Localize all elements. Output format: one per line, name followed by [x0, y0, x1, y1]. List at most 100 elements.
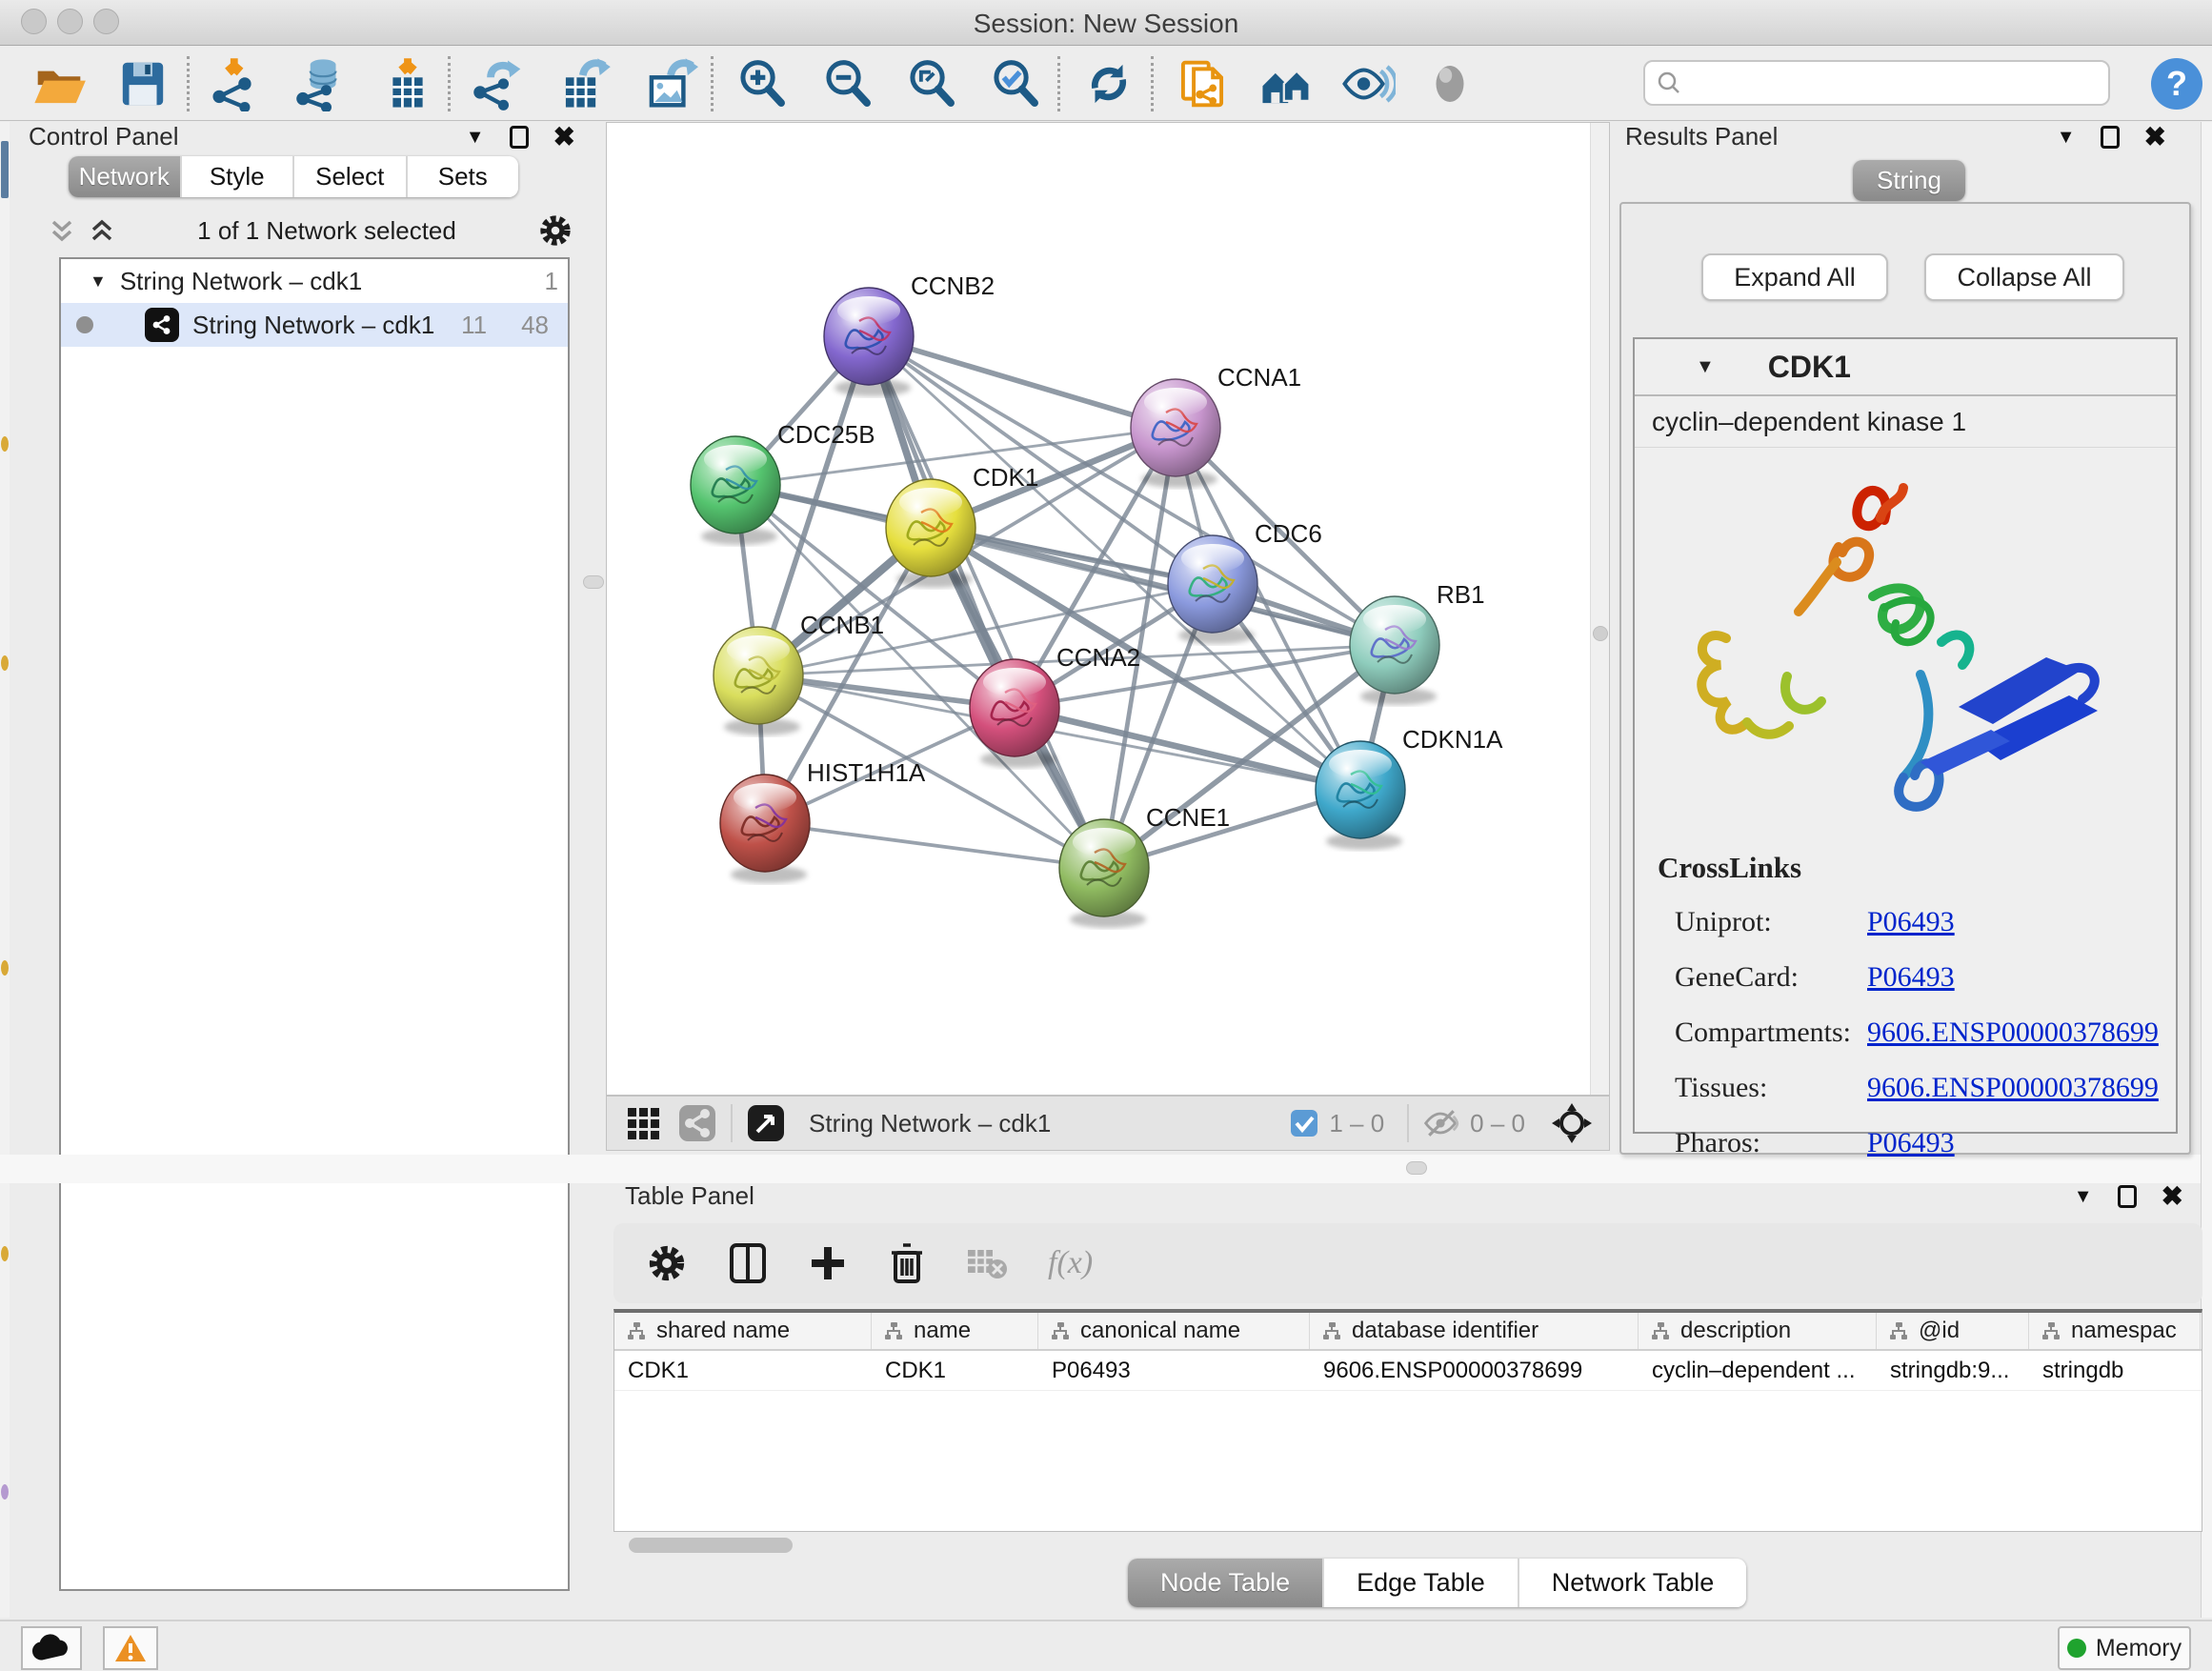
crosslink-link[interactable]: P06493 — [1867, 1127, 1955, 1159]
delete-column-icon[interactable] — [888, 1241, 926, 1285]
network-scrollbar-thumb[interactable] — [1593, 626, 1608, 641]
network-node-CCNA1[interactable] — [1131, 379, 1220, 488]
column-header-description[interactable]: description — [1639, 1313, 1877, 1349]
network-node-CCNE1[interactable] — [1059, 819, 1149, 928]
close-panel-icon[interactable]: ✖ — [553, 124, 575, 151]
zoom-out-button[interactable] — [817, 54, 878, 113]
tab-sets[interactable]: Sets — [408, 156, 519, 197]
network-scrollbar[interactable] — [1590, 123, 1609, 1095]
network-node-HIST1H1A[interactable] — [720, 775, 810, 883]
close-panel-icon[interactable]: ✖ — [2144, 124, 2166, 151]
maximize-panel-icon[interactable] — [2118, 1185, 2137, 1208]
share-view-icon[interactable] — [677, 1103, 717, 1143]
add-column-icon[interactable] — [808, 1243, 848, 1283]
crosslink-link[interactable]: P06493 — [1867, 961, 1955, 994]
collapse-all-icon[interactable] — [48, 216, 76, 245]
table-cell[interactable]: 9606.ENSP00000378699 — [1310, 1351, 1639, 1390]
birds-eye-button[interactable] — [1419, 54, 1480, 113]
collapse-card-icon[interactable]: ▼ — [1696, 356, 1715, 378]
show-columns-icon[interactable] — [728, 1241, 768, 1285]
horizontal-splitter-handle[interactable] — [1406, 1161, 1427, 1175]
memory-button[interactable]: Memory — [2058, 1626, 2191, 1670]
table-cell[interactable]: P06493 — [1038, 1351, 1310, 1390]
table-cell[interactable]: CDK1 — [614, 1351, 872, 1390]
open-session-button[interactable] — [29, 54, 90, 113]
network-row-selected[interactable]: String Network – cdk1 11 48 — [61, 303, 568, 347]
expand-all-button[interactable]: Expand All — [1701, 253, 1888, 301]
tab-style[interactable]: Style — [182, 156, 295, 197]
expand-all-icon[interactable] — [88, 216, 116, 245]
table-row[interactable]: CDK1CDK1P064939606.ENSP00000378699cyclin… — [614, 1351, 2202, 1391]
warnings-button[interactable] — [103, 1626, 158, 1670]
crosslink-link[interactable]: P06493 — [1867, 906, 1955, 938]
maximize-panel-icon[interactable] — [510, 126, 529, 149]
network-edge[interactable] — [869, 336, 1176, 428]
table-cell[interactable]: cyclin–dependent ... — [1639, 1351, 1877, 1390]
tab-select[interactable]: Select — [294, 156, 408, 197]
float-panel-icon[interactable]: ▼ — [466, 127, 485, 149]
grid-view-icon[interactable] — [624, 1104, 662, 1142]
import-network-button[interactable] — [206, 54, 267, 113]
delete-table-icon[interactable] — [966, 1246, 1008, 1280]
network-edge[interactable] — [765, 823, 1104, 868]
network-node-CCNB1[interactable] — [714, 627, 803, 735]
tab-network[interactable]: Network — [69, 156, 182, 197]
network-node-CDC25B[interactable] — [691, 436, 780, 545]
maximize-panel-icon[interactable] — [2101, 126, 2120, 149]
protein-card-header[interactable]: ▼ CDK1 — [1635, 339, 2176, 396]
network-node-CDKN1A[interactable] — [1316, 741, 1405, 850]
crosslink-link[interactable]: 9606.ENSP00000378699 — [1867, 1017, 2159, 1049]
column-header-database-identifier[interactable]: database identifier — [1310, 1313, 1639, 1349]
export-network-button[interactable] — [469, 54, 530, 113]
search-input[interactable] — [1689, 70, 2108, 96]
selected-checkbox-icon[interactable] — [1289, 1108, 1319, 1138]
table-cell[interactable]: stringdb:9... — [1877, 1351, 2029, 1390]
export-image-button[interactable] — [640, 54, 701, 113]
column-header-namespac[interactable]: namespac — [2029, 1313, 2201, 1349]
zoom-fit-button[interactable] — [901, 54, 962, 113]
column-header-canonical-name[interactable]: canonical name — [1038, 1313, 1310, 1349]
graphics-details-button[interactable] — [1337, 54, 1398, 113]
table-horizontal-scrollbar[interactable] — [613, 1536, 2202, 1555]
column-header-shared-name[interactable]: shared name — [614, 1313, 872, 1349]
vertical-splitter-handle[interactable] — [583, 575, 604, 589]
import-database-button[interactable] — [292, 54, 352, 113]
zoom-selected-button[interactable] — [985, 54, 1046, 113]
collection-expand-icon[interactable]: ▼ — [90, 272, 107, 292]
network-collection-row[interactable]: ▼ String Network – cdk1 1 — [61, 259, 568, 303]
refresh-button[interactable] — [1078, 54, 1139, 113]
home-button[interactable] — [1256, 54, 1317, 113]
save-session-button[interactable] — [112, 54, 173, 113]
clone-network-button[interactable] — [1172, 54, 1233, 113]
float-panel-icon[interactable]: ▼ — [2074, 1186, 2093, 1208]
search-field[interactable] — [1643, 60, 2110, 106]
close-panel-icon[interactable]: ✖ — [2162, 1183, 2183, 1210]
collapse-all-button[interactable]: Collapse All — [1924, 253, 2124, 301]
gear-icon[interactable] — [537, 212, 573, 249]
tab-network-table[interactable]: Network Table — [1519, 1559, 1747, 1607]
help-button[interactable]: ? — [2151, 58, 2202, 110]
table-cell[interactable]: CDK1 — [872, 1351, 1038, 1390]
network-canvas[interactable]: CCNB2CCNA1CDC25BCDK1CDC6RB1CCNB1CCNA2CDK… — [606, 122, 1610, 1096]
crosshair-icon[interactable] — [1550, 1101, 1594, 1145]
table-gear-icon[interactable] — [646, 1242, 688, 1284]
tab-edge-table[interactable]: Edge Table — [1324, 1559, 1519, 1607]
table-scrollbar-thumb[interactable] — [629, 1538, 793, 1553]
crosslink-link[interactable]: 9606.ENSP00000378699 — [1867, 1072, 2159, 1104]
tab-string[interactable]: String — [1853, 160, 1965, 201]
column-header--id[interactable]: @id — [1877, 1313, 2029, 1349]
column-header-name[interactable]: name — [872, 1313, 1038, 1349]
cloud-status-button[interactable] — [21, 1626, 82, 1670]
float-panel-icon[interactable]: ▼ — [2057, 127, 2076, 149]
table-cell[interactable]: stringdb — [2029, 1351, 2201, 1390]
network-node-CCNB2[interactable] — [824, 288, 914, 396]
apply-function-button[interactable]: f(x) — [1048, 1245, 1093, 1281]
import-table-button[interactable] — [377, 54, 438, 113]
open-in-window-icon[interactable] — [746, 1103, 786, 1143]
network-node-RB1[interactable] — [1350, 596, 1439, 705]
network-edge[interactable] — [869, 336, 1104, 868]
zoom-in-button[interactable] — [732, 54, 793, 113]
tab-node-table[interactable]: Node Table — [1128, 1559, 1324, 1607]
hidden-eye-icon[interactable] — [1422, 1107, 1460, 1139]
export-table-button[interactable] — [554, 54, 615, 113]
